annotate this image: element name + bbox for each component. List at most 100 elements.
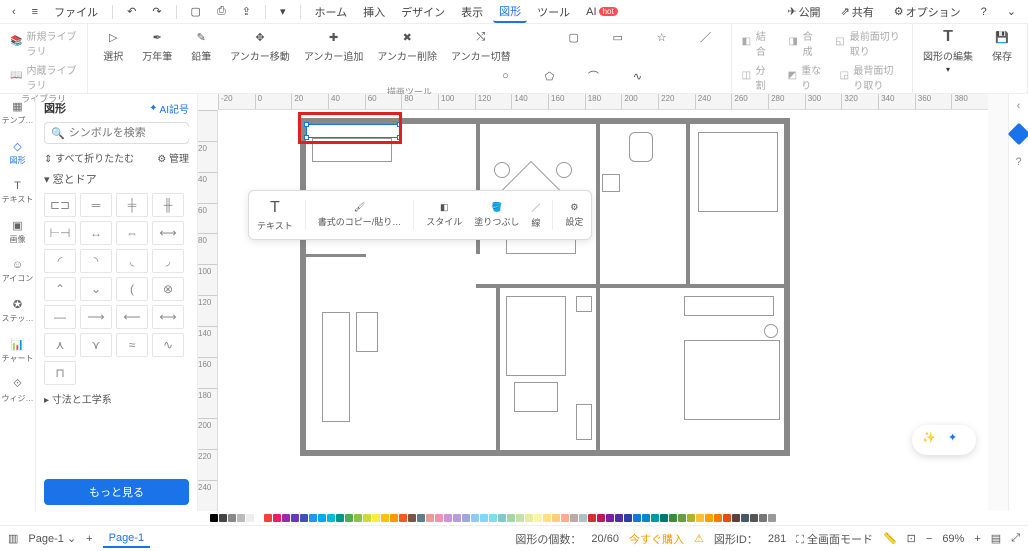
furniture-sofa[interactable] bbox=[356, 312, 378, 352]
color-swatch[interactable] bbox=[318, 514, 326, 522]
furniture-nightstand[interactable] bbox=[576, 404, 592, 440]
color-swatch[interactable] bbox=[255, 514, 263, 522]
redo-icon[interactable]: ↷ bbox=[146, 3, 167, 20]
color-swatch[interactable] bbox=[750, 514, 758, 522]
ctx-format[interactable]: 🖌書式のコピー/貼り… bbox=[318, 202, 402, 228]
shape-rect[interactable]: ▢ bbox=[559, 28, 589, 63]
furniture-nightstand[interactable] bbox=[576, 296, 592, 312]
tab-ai[interactable]: AIhot bbox=[580, 4, 624, 20]
color-swatch[interactable] bbox=[399, 514, 407, 522]
color-swatch[interactable] bbox=[732, 514, 740, 522]
furniture-sofa[interactable] bbox=[322, 312, 350, 422]
symbol-item[interactable]: ⟷ bbox=[152, 221, 184, 245]
search-input[interactable] bbox=[69, 127, 198, 139]
floor-plan[interactable] bbox=[300, 118, 790, 456]
color-swatch[interactable] bbox=[390, 514, 398, 522]
print-icon[interactable]: ⎙ bbox=[211, 3, 232, 20]
color-swatch[interactable] bbox=[444, 514, 452, 522]
symbol-item[interactable]: ≈ bbox=[116, 333, 148, 357]
bool-merge[interactable]: ◨合成 bbox=[788, 28, 817, 58]
furniture-chair[interactable] bbox=[556, 162, 572, 178]
color-swatch[interactable] bbox=[588, 514, 596, 522]
furniture-shower[interactable] bbox=[698, 132, 778, 212]
resize-handle[interactable] bbox=[397, 122, 402, 127]
color-swatch[interactable] bbox=[354, 514, 362, 522]
color-swatch[interactable] bbox=[714, 514, 722, 522]
fullscreen-button[interactable]: ⛶ 全画面モード bbox=[796, 531, 873, 547]
anchor-delete-tool[interactable]: ✖アンカー削除 bbox=[377, 28, 437, 63]
furniture-stool[interactable] bbox=[764, 324, 778, 338]
pen-tool[interactable]: ✒万年筆 bbox=[142, 28, 172, 63]
color-swatch[interactable] bbox=[489, 514, 497, 522]
new-library-button[interactable]: 📚新規ライブラリ bbox=[10, 28, 77, 58]
color-swatch[interactable] bbox=[741, 514, 749, 522]
color-swatch[interactable] bbox=[534, 514, 542, 522]
color-swatch[interactable] bbox=[552, 514, 560, 522]
anchor-add-tool[interactable]: ✚アンカー追加 bbox=[304, 28, 364, 63]
symbol-item[interactable]: — bbox=[44, 305, 76, 329]
symbol-item[interactable]: ( bbox=[116, 277, 148, 301]
add-page-icon[interactable]: + bbox=[86, 533, 92, 545]
rail-sticker[interactable]: ✪ステッ… bbox=[2, 298, 34, 324]
help-icon[interactable]: ? bbox=[975, 4, 993, 20]
tab-tool[interactable]: ツール bbox=[531, 2, 576, 22]
symbol-item[interactable]: ⟶ bbox=[80, 305, 112, 329]
color-swatch[interactable] bbox=[345, 514, 353, 522]
export-icon[interactable]: ⇪ bbox=[236, 3, 257, 20]
symbol-item[interactable]: ⊏⊐ bbox=[44, 193, 76, 217]
furniture-sink[interactable] bbox=[312, 138, 392, 162]
color-swatch[interactable] bbox=[642, 514, 650, 522]
color-swatch[interactable] bbox=[678, 514, 686, 522]
shape-curve[interactable]: ∿ bbox=[622, 67, 652, 85]
nav-back[interactable]: ‹ bbox=[6, 4, 22, 20]
builtin-library-button[interactable]: 📖内蔵ライブラリ bbox=[10, 62, 77, 92]
color-swatch[interactable] bbox=[615, 514, 623, 522]
color-swatch[interactable] bbox=[606, 514, 614, 522]
color-swatch[interactable] bbox=[480, 514, 488, 522]
symbol-item[interactable]: ◝ bbox=[80, 249, 112, 273]
ctx-settings[interactable]: ⚙設定 bbox=[565, 202, 583, 228]
rail-template[interactable]: ▦テンプ… bbox=[2, 100, 34, 126]
color-swatch[interactable] bbox=[516, 514, 524, 522]
furniture-desk[interactable] bbox=[514, 382, 558, 412]
furniture-bed[interactable] bbox=[684, 340, 780, 420]
symbol-item[interactable]: ⊢⊣ bbox=[44, 221, 76, 245]
rail-shape[interactable]: ◇図形 bbox=[10, 140, 26, 166]
resize-handle[interactable] bbox=[397, 135, 402, 140]
symbol-item[interactable]: ╫ bbox=[152, 193, 184, 217]
select-tool[interactable]: ▷選択 bbox=[98, 28, 128, 63]
expand-icon[interactable]: ‹ bbox=[1017, 100, 1021, 112]
color-swatch[interactable] bbox=[417, 514, 425, 522]
color-swatch[interactable] bbox=[291, 514, 299, 522]
symbol-item[interactable]: ⟵ bbox=[116, 305, 148, 329]
zoom-in[interactable]: + bbox=[974, 533, 980, 545]
symbol-item[interactable]: ⋏ bbox=[44, 333, 76, 357]
warning-icon[interactable]: ⚠ bbox=[694, 532, 704, 545]
bool-split[interactable]: ◫分割 bbox=[742, 62, 770, 92]
chevron-down-icon[interactable]: ⌄ bbox=[1001, 3, 1022, 20]
more-button[interactable]: もっと見る bbox=[44, 479, 189, 505]
color-swatch[interactable] bbox=[273, 514, 281, 522]
symbol-item[interactable]: ╪ bbox=[116, 193, 148, 217]
manage-button[interactable]: ⚙ 管理 bbox=[157, 150, 189, 165]
color-swatch[interactable] bbox=[300, 514, 308, 522]
paste-icon[interactable]: ▢ bbox=[185, 3, 207, 20]
category-dimensions[interactable]: ▸ 寸法と工学系 bbox=[44, 391, 189, 406]
tab-design[interactable]: デザイン bbox=[395, 2, 451, 22]
color-swatch[interactable] bbox=[579, 514, 587, 522]
shape-polygon[interactable]: ⬠ bbox=[534, 67, 564, 85]
color-swatch[interactable] bbox=[381, 514, 389, 522]
color-swatch[interactable] bbox=[759, 514, 767, 522]
pencil-tool[interactable]: ✎鉛筆 bbox=[186, 28, 216, 63]
color-swatch[interactable] bbox=[336, 514, 344, 522]
color-swatch[interactable] bbox=[426, 514, 434, 522]
fit-icon[interactable]: ⊡ bbox=[907, 532, 916, 545]
options-button[interactable]: ⚙ オプション bbox=[888, 2, 967, 22]
bool-back[interactable]: ◲最背面切り取り bbox=[840, 62, 902, 92]
symbol-search[interactable]: 🔍 bbox=[44, 122, 189, 144]
shape-edit-button[interactable]: T図形の編集▾ bbox=[923, 28, 973, 74]
color-swatch[interactable] bbox=[669, 514, 677, 522]
furniture-desk[interactable] bbox=[684, 296, 774, 316]
furniture-chair[interactable] bbox=[494, 162, 510, 178]
ctx-text[interactable]: Tテキスト bbox=[257, 199, 293, 232]
